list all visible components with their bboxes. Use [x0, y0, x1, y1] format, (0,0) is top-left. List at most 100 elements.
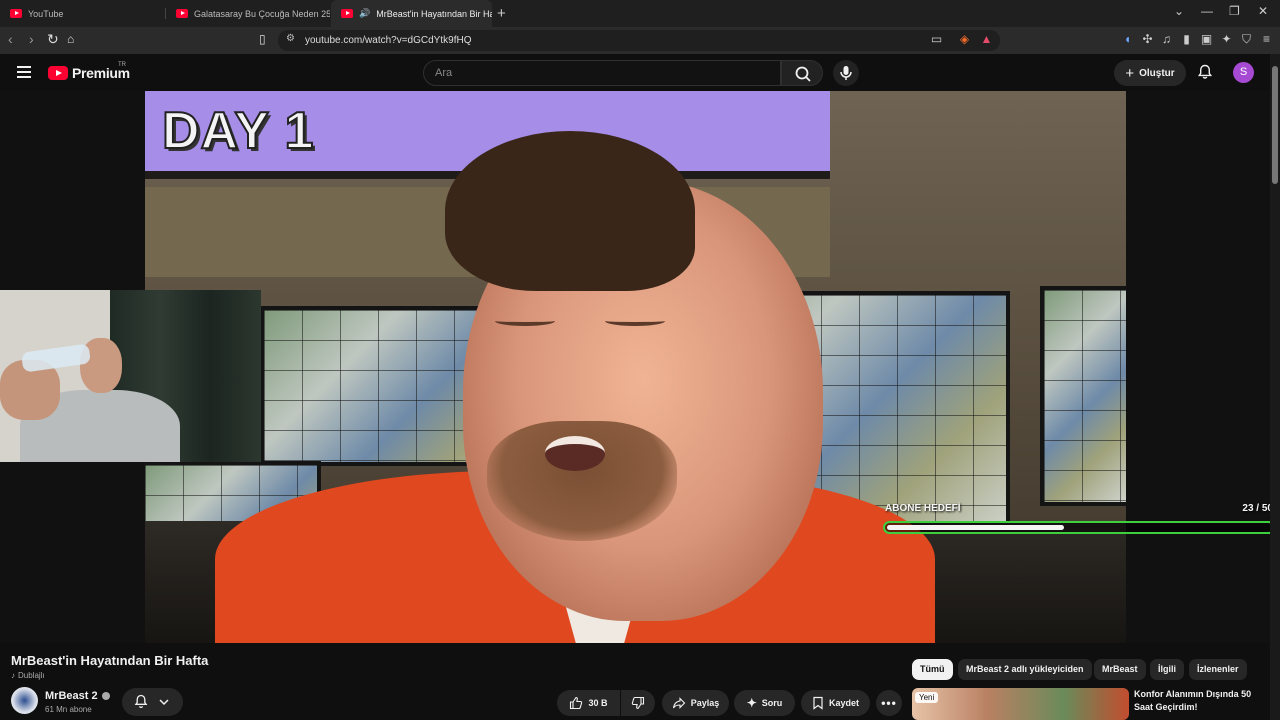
music-icon[interactable]: ♫ [1160, 33, 1173, 46]
channel-name: MrBeast 2 [45, 690, 98, 702]
menu-icon[interactable]: ≡ [1260, 33, 1273, 46]
tab-youtube[interactable]: YouTube [0, 0, 165, 27]
chip-related[interactable]: İlgili [1150, 659, 1184, 680]
create-button[interactable]: + Oluştur [1114, 60, 1186, 86]
video-day-overlay-text: DAY 1 [161, 101, 315, 161]
chip-mrbeast[interactable]: MrBeast [1094, 659, 1146, 680]
tab-title: MrBeast'in Hayatından Bir Ha [376, 8, 492, 19]
page-scrollbar[interactable] [1270, 54, 1280, 720]
youtube-header: Premium TR Ara + Oluştur S [0, 54, 1280, 91]
scrollbar-thumb[interactable] [1272, 66, 1278, 184]
brave-shield-icon[interactable]: ◈ [958, 33, 971, 46]
tab-title: YouTube [28, 8, 64, 19]
video-hair [445, 131, 695, 291]
save-button[interactable]: Kaydet [801, 690, 870, 716]
dislike-button[interactable] [621, 690, 655, 716]
extensions-icon[interactable]: ✣ [1141, 33, 1154, 46]
video-monitor-right [1040, 286, 1126, 506]
voice-search-button[interactable] [833, 60, 859, 86]
channel-avatar[interactable] [11, 687, 38, 714]
video-mouth [545, 436, 605, 471]
video-frame[interactable]: DAY 1 [145, 91, 1126, 643]
bell-chevron-icon [134, 694, 169, 708]
search-button[interactable] [781, 60, 823, 86]
video-player[interactable]: DAY 1 ABONE HEDEFİ 23 / 50 [0, 91, 1270, 643]
tab-list-chevron-icon[interactable]: ⌄ [1174, 4, 1184, 18]
sidebar-icon[interactable]: ▮ [1180, 33, 1193, 46]
recommended-video-title[interactable]: Konfor Alanımın Dışında 50 Saat Geçirdim… [1134, 688, 1264, 714]
video-eye-right [605, 316, 665, 326]
recommended-video-thumbnail[interactable] [912, 688, 1129, 720]
search-input[interactable]: Ara [423, 60, 781, 86]
audio-playing-icon: 🔊 [359, 8, 371, 18]
chip-all[interactable]: Tümü [912, 659, 953, 680]
vpn-shield-icon[interactable]: ⛉ [1240, 33, 1253, 46]
webcam-overlay [0, 290, 261, 462]
thumbs-up-icon [570, 696, 583, 710]
thumbs-down-icon [631, 696, 645, 710]
cast-icon[interactable]: ▭ [930, 33, 943, 46]
back-arrow-icon[interactable]: ‹ [8, 31, 13, 47]
browser-toolbar: ‹ › ↻ ⌂ ▯ youtube.com/watch?v=dGCdYtk9fH… [0, 27, 1280, 54]
brave-rewards-icon[interactable]: ▲ [980, 33, 993, 46]
home-icon[interactable]: ⌂ [67, 32, 74, 46]
video-eye-left [495, 316, 555, 326]
ask-button[interactable]: ✦ Soru [734, 690, 795, 716]
hamburger-menu-icon[interactable] [17, 66, 31, 78]
verified-badge-icon [101, 692, 110, 700]
chip-from-uploader[interactable]: MrBeast 2 adlı yükleyiciden [958, 659, 1092, 680]
plus-icon: + [1125, 64, 1135, 82]
tab-galatasaray[interactable]: Galatasaray Bu Çocuğa Neden 25 M [166, 0, 330, 27]
share-button[interactable]: Paylaş [662, 690, 729, 716]
browser-tab-bar: YouTube Galatasaray Bu Çocuğa Neden 25 M… [0, 0, 1280, 27]
subscription-notification-button[interactable] [122, 688, 183, 716]
restore-button[interactable]: ❐ [1229, 4, 1240, 18]
subscriber-goal-label: ABONE HEDEFİ [885, 503, 961, 514]
youtube-favicon-icon [176, 9, 188, 18]
new-badge: Yeni [915, 692, 939, 703]
subscriber-goal-fill [887, 525, 1064, 530]
audio-icon[interactable]: ◖ [1121, 33, 1134, 46]
video-title: MrBeast'in Hayatından Bir Hafta [11, 653, 209, 668]
like-count: 30 B [588, 698, 608, 708]
subscriber-goal-bar [883, 521, 1270, 534]
youtube-logo-icon [48, 66, 68, 80]
save-label: Kaydet [828, 698, 859, 708]
dubbed-audio-icon: ♪ [11, 671, 15, 680]
close-window-button[interactable]: ✕ [1258, 4, 1268, 18]
like-button[interactable]: 30 B [557, 690, 620, 716]
minimize-button[interactable]: — [1201, 4, 1213, 18]
url-text: youtube.com/watch?v=dGCdYtk9fHQ [305, 35, 472, 46]
new-tab-button[interactable]: + [497, 5, 506, 22]
dubbed-label: Dublajlı [18, 671, 45, 680]
region-code: TR [118, 62, 126, 68]
youtube-favicon-icon [341, 9, 353, 18]
share-arrow-icon [672, 697, 686, 709]
account-avatar[interactable]: S [1233, 62, 1254, 83]
channel-name-row[interactable]: MrBeast 2 [45, 690, 110, 702]
chip-watched[interactable]: İzlenenler [1189, 659, 1247, 680]
dubbed-indicator: ♪ Dublajlı [11, 671, 45, 680]
ask-label: Soru [761, 698, 783, 708]
sparkle-icon: ✦ [746, 696, 757, 710]
save-bookmark-icon [813, 696, 823, 710]
more-horizontal-icon: ••• [881, 696, 897, 710]
share-label: Paylaş [690, 698, 720, 708]
microphone-icon [840, 66, 852, 80]
search-icon [795, 66, 811, 82]
reload-icon[interactable]: ↻ [47, 31, 59, 48]
wallet-icon[interactable]: ▣ [1200, 33, 1213, 46]
youtube-favicon-icon [10, 9, 22, 18]
create-label: Oluştur [1139, 67, 1175, 79]
forward-arrow-icon[interactable]: › [29, 31, 34, 47]
tab-title: Galatasaray Bu Çocuğa Neden 25 M [194, 8, 330, 19]
notifications-bell-icon[interactable] [1197, 64, 1213, 80]
subscriber-goal-count: 23 / 50 [1242, 503, 1270, 514]
subscriber-count: 61 Mn abone [45, 705, 92, 714]
more-actions-button[interactable]: ••• [876, 690, 902, 716]
address-bar[interactable]: youtube.com/watch?v=dGCdYtk9fHQ [278, 30, 1000, 51]
tab-mrbeast-active[interactable]: 🔊 MrBeast'in Hayatından Bir Ha ✕ [331, 0, 492, 27]
leo-ai-icon[interactable]: ✦ [1220, 33, 1233, 46]
site-info-icon[interactable]: ⚙ [286, 33, 295, 44]
bookmark-icon[interactable]: ▯ [259, 32, 266, 46]
